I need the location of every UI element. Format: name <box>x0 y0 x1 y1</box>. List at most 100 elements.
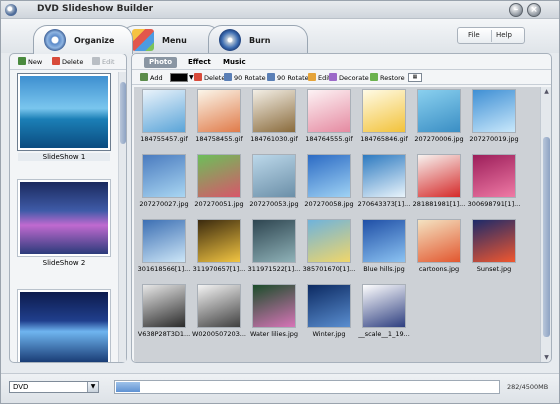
rotate-right-button[interactable]: 90 Rotate <box>267 73 309 83</box>
help-menu[interactable]: Help <box>496 31 512 39</box>
photo-item[interactable]: 311970657[1]... <box>193 219 245 279</box>
photo-filename: 184761030.gif <box>250 135 298 143</box>
edit-photo-button[interactable]: Edit <box>308 73 331 83</box>
tab-organize-label: Organize <box>74 36 115 45</box>
photo-thumbnail <box>142 219 186 263</box>
photo-filename: 301618566[1]... <box>137 265 191 273</box>
slideshow-panel: New Delete Edit SlideShow 1 SlideShow 2 <box>9 53 127 363</box>
new-label: New <box>28 58 43 66</box>
photo-filename: __scale__1_19... <box>358 330 410 338</box>
photo-item[interactable]: 207270027.jpg <box>138 154 190 214</box>
photo-sub-tabs: Photo Effect Music <box>132 54 551 70</box>
new-icon <box>18 57 26 65</box>
delete-icon <box>194 73 202 81</box>
slideshow-toolbar: New Delete Edit <box>10 54 126 70</box>
photo-filename: 311971522[1]... <box>247 265 301 273</box>
photo-filename: 184755457.gif <box>140 135 188 143</box>
slideshow-item[interactable] <box>17 289 111 362</box>
photo-item[interactable]: __scale__1_19... <box>358 284 410 344</box>
photo-item[interactable]: 207270006.jpg <box>413 89 465 149</box>
photo-item[interactable]: W020050720З... <box>192 284 246 344</box>
decorate-icon <box>329 73 337 81</box>
delete-slideshow-button[interactable]: Delete <box>52 57 83 67</box>
photo-item[interactable]: 184765846.gif <box>358 89 410 149</box>
app-window: DVD Slideshow Builder – × Organize Menu … <box>0 0 560 404</box>
photo-filename: Water lilies.jpg <box>249 330 298 338</box>
photo-item[interactable]: Winter.jpg <box>303 284 355 344</box>
edit-icon <box>92 57 100 65</box>
photo-item[interactable]: 281881981[1]... <box>413 154 465 214</box>
photo-item[interactable]: 300698791[1]... <box>468 154 520 214</box>
background-color-swatch[interactable] <box>170 73 188 82</box>
tab-music[interactable]: Music <box>218 57 251 68</box>
slideshow-item[interactable]: SlideShow 2 <box>17 179 111 267</box>
add-photo-button[interactable]: Add <box>140 73 163 83</box>
photo-item[interactable]: 207270051.jpg <box>193 154 245 214</box>
photo-filename: 207270027.jpg <box>139 200 189 208</box>
photo-item[interactable]: 184755457.gif <box>138 89 190 149</box>
photo-item[interactable]: 301618566[1]... <box>138 219 190 279</box>
tab-menu[interactable]: Menu <box>121 25 221 53</box>
tab-menu-label: Menu <box>162 36 187 45</box>
chevron-down-icon[interactable]: ▼ <box>189 73 194 83</box>
title-bar: DVD Slideshow Builder – × <box>1 1 559 19</box>
file-help-menu: File Help <box>457 27 525 44</box>
decorate-button[interactable]: Decorate <box>329 73 369 83</box>
photo-thumbnail <box>417 89 461 133</box>
photo-scrollbar[interactable]: ▲ ▼ <box>540 87 551 362</box>
photo-thumbnail <box>362 219 406 263</box>
edit-slideshow-button[interactable]: Edit <box>92 57 115 67</box>
photo-thumbnail <box>307 89 351 133</box>
tab-burn[interactable]: Burn <box>208 25 308 53</box>
close-button[interactable]: × <box>527 3 541 17</box>
photo-item[interactable]: Water lilies.jpg <box>248 284 300 344</box>
minimize-button[interactable]: – <box>509 3 523 17</box>
photo-thumbnail <box>142 154 186 198</box>
restore-button[interactable]: Restore <box>370 73 405 83</box>
file-menu[interactable]: File <box>468 31 480 39</box>
pencil-icon <box>308 73 316 81</box>
photo-thumbnail <box>307 154 351 198</box>
scroll-down-icon[interactable]: ▼ <box>542 354 551 362</box>
slideshow-scrollbar[interactable] <box>118 72 126 362</box>
photo-item[interactable]: V638P28T3D1... <box>138 284 190 344</box>
photo-item[interactable]: Sunset.jpg <box>468 219 520 279</box>
tab-organize[interactable]: Organize <box>33 25 133 54</box>
delete-label: Delete <box>204 74 226 82</box>
photo-item[interactable]: 207270058.jpg <box>303 154 355 214</box>
photo-item[interactable]: cartoons.jpg <box>413 219 465 279</box>
rotate-left-label: 90 Rotate <box>234 74 266 82</box>
tab-effect[interactable]: Effect <box>183 57 216 68</box>
tab-photo[interactable]: Photo <box>144 57 178 68</box>
photo-item[interactable]: 311971522[1]... <box>248 219 300 279</box>
scrollbar-thumb[interactable] <box>543 137 550 337</box>
restore-icon <box>370 73 378 81</box>
photo-item[interactable]: 270643373[1]... <box>358 154 410 214</box>
photo-item[interactable]: 207270053.jpg <box>248 154 300 214</box>
disc-capacity-bar <box>114 380 500 394</box>
restore-label: Restore <box>380 74 405 82</box>
slideshow-item[interactable]: SlideShow 1 <box>17 73 111 161</box>
delete-photo-button[interactable]: Delete <box>194 73 225 83</box>
photo-thumbnail <box>362 284 406 328</box>
photo-item[interactable]: 184764555.gif <box>303 89 355 149</box>
photo-toolbar: Add ▼ Delete 90 Rotate 90 Rotate Edit De… <box>132 71 551 85</box>
photo-item[interactable]: 207270019.jpg <box>468 89 520 149</box>
photo-filename: Sunset.jpg <box>476 265 512 273</box>
delete-label: Delete <box>62 58 84 66</box>
view-mode-icon[interactable]: ▦ <box>408 73 422 82</box>
rotate-left-button[interactable]: 90 Rotate <box>224 73 266 83</box>
slideshow-thumbnail <box>17 289 111 362</box>
photo-item[interactable]: 385701670[1]... <box>303 219 355 279</box>
scrollbar-thumb[interactable] <box>120 82 126 144</box>
disc-type-select[interactable]: DVD ▼ <box>9 381 99 393</box>
add-icon <box>140 73 148 81</box>
photo-thumbnail <box>472 219 516 263</box>
photo-item[interactable]: Blue hills.jpg <box>358 219 410 279</box>
photo-item[interactable]: 184758455.gif <box>193 89 245 149</box>
photo-filename: 207270053.jpg <box>249 200 299 208</box>
chevron-down-icon[interactable]: ▼ <box>87 382 98 392</box>
new-slideshow-button[interactable]: New <box>18 57 42 67</box>
photo-item[interactable]: 184761030.gif <box>248 89 300 149</box>
scroll-up-icon[interactable]: ▲ <box>542 88 551 96</box>
